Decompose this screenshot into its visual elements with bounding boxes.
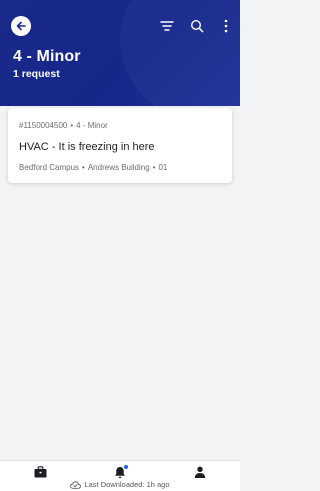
last-downloaded-text: Last Downloaded: 1h ago: [84, 480, 170, 489]
nav-profile-button[interactable]: [193, 465, 207, 479]
notification-badge: [124, 465, 128, 469]
nav-work-button[interactable]: [33, 465, 47, 479]
request-count: 1 request: [13, 68, 60, 80]
filter-button[interactable]: [159, 18, 175, 34]
sync-status: Last Downloaded: 1h ago: [0, 480, 240, 489]
arrow-left-icon: [16, 21, 26, 31]
request-location: Bedford Campus • Andrews Building • 01: [19, 163, 167, 172]
search-icon: [190, 19, 204, 33]
request-id: #1150004500: [19, 121, 68, 130]
search-button[interactable]: [189, 18, 205, 34]
nav-notifications-button[interactable]: [113, 465, 128, 479]
cloud-check-icon: [70, 480, 82, 489]
request-priority: 4 - Minor: [76, 121, 108, 130]
back-button[interactable]: [11, 16, 31, 36]
filter-icon: [160, 21, 174, 31]
page-title: 4 - Minor: [13, 48, 81, 65]
request-meta: #1150004500 • 4 - Minor: [19, 121, 108, 130]
request-room: 01: [158, 163, 168, 172]
more-vertical-icon: [224, 19, 228, 33]
separator: •: [152, 163, 156, 172]
request-title: HVAC - It is freezing in here: [19, 141, 155, 153]
request-card[interactable]: #1150004500 • 4 - Minor HVAC - It is freez…: [8, 108, 232, 183]
header: 4 - Minor 1 request: [0, 0, 240, 106]
request-building: Andrews Building: [87, 163, 150, 172]
separator: •: [82, 163, 85, 172]
person-icon: [194, 466, 206, 478]
separator: •: [70, 121, 74, 130]
more-options-button[interactable]: [218, 18, 234, 34]
briefcase-icon: [34, 466, 46, 478]
request-campus: Bedford Campus: [19, 163, 80, 172]
